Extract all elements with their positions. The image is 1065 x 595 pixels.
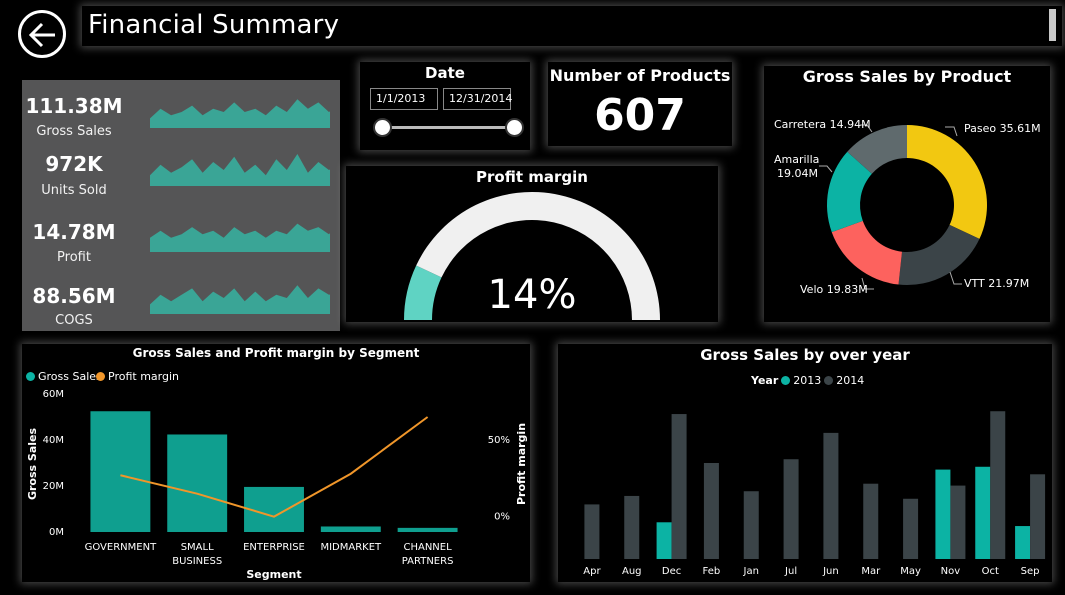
units-sold-label: Units Sold — [41, 183, 107, 198]
donut-slice-paseo[interactable] — [907, 125, 987, 239]
donut-label-velo: Velo 19.83M — [800, 283, 868, 296]
bar-2014[interactable] — [863, 483, 879, 559]
month-tick-label: Nov — [941, 566, 961, 577]
y2-tick-label: 50% — [488, 435, 510, 446]
segment-bar[interactable] — [167, 434, 228, 532]
bar-2014[interactable] — [671, 414, 687, 559]
units-sold-sparkline — [150, 154, 330, 186]
year-svg: Apr Aug Dec Feb Jan Jul Jun Mar May Nov Oct Sep — [583, 411, 1046, 577]
month-tick-label: Dec — [662, 566, 681, 577]
x-tick-label: PARTNERS — [402, 556, 454, 567]
segment-combo-chart: Gross Sales and Profit margin by Segment… — [22, 344, 530, 582]
donut-label-vtt: VTT 21.97M — [964, 277, 1030, 290]
bar-2013[interactable] — [656, 522, 672, 559]
leader-amarilla — [819, 165, 833, 173]
date-slider-track[interactable] — [382, 126, 516, 129]
bar-2014[interactable] — [1030, 474, 1046, 559]
x-tick-label: ENTERPRISE — [243, 542, 305, 553]
profit-value: 14.78M — [32, 220, 116, 244]
gross-sales-sparkline — [150, 99, 330, 128]
start-date-input[interactable]: 1/1/2013 — [370, 88, 438, 110]
gross-sales-by-year-chart: Gross Sales by over year Year 2013 2014 … — [558, 344, 1052, 582]
page-title: Financial Summary — [88, 10, 340, 40]
donut-label-carretera: Carretera 14.94M — [774, 118, 871, 131]
month-tick-label: Sep — [1021, 566, 1040, 577]
profit-margin-gauge: Profit margin 14% — [346, 166, 718, 322]
date-slicer: Date 1/1/2013 12/31/2014 — [360, 62, 530, 150]
x-axis-title: Segment — [246, 568, 301, 581]
arrow-left-icon — [28, 22, 55, 48]
y-tick-label: 60M — [43, 389, 64, 400]
bar-2013[interactable] — [935, 469, 951, 559]
combo-svg: 0M 20M 40M 60M 0% 50% Gross Sales Profit margin… — [26, 389, 528, 581]
month-tick-label: Feb — [703, 566, 721, 577]
bar-2013[interactable] — [1015, 526, 1031, 559]
date-slider-end-handle[interactable] — [505, 118, 524, 137]
month-tick-label: May — [900, 566, 921, 577]
y2-axis-title: Profit margin — [515, 423, 528, 505]
segment-bar[interactable] — [397, 527, 458, 532]
cogs-label: COGS — [55, 313, 93, 328]
month-tick-label: Jul — [784, 566, 797, 577]
y-axis-title: Gross Sales — [26, 428, 39, 501]
bar-2013[interactable] — [975, 466, 991, 559]
bar-2014[interactable] — [624, 495, 640, 559]
gross-sales-by-product-chart: Gross Sales by Product Paseo 35.61M VTT … — [764, 66, 1050, 322]
donut-label-paseo: Paseo 35.61M — [964, 122, 1041, 135]
profit-sparkline — [150, 223, 330, 252]
donut-label-amarilla-value: 19.04M — [777, 167, 818, 180]
gross-sales-label: Gross Sales — [36, 124, 112, 139]
y-tick-label: 40M — [43, 435, 64, 446]
title-bar: Financial Summary — [82, 6, 1062, 46]
sparkline-area — [150, 99, 330, 128]
y-tick-label: 0M — [49, 527, 64, 538]
leader-paseo — [945, 126, 958, 137]
month-tick-label: Aug — [622, 566, 642, 577]
x-tick-label: BUSINESS — [172, 556, 222, 567]
month-tick-label: Jun — [822, 566, 839, 577]
bar-2014[interactable] — [990, 411, 1006, 559]
donut-label-amarilla: Amarilla — [774, 153, 820, 166]
x-tick-label: MIDMARKET — [320, 542, 382, 553]
gross-sales-value: 111.38M — [25, 94, 123, 118]
bar-2014[interactable] — [783, 459, 799, 559]
products-card: Number of Products 607 — [548, 62, 732, 146]
month-tick-label: Oct — [982, 566, 999, 577]
donut-slice-velo[interactable] — [831, 220, 903, 285]
sparkline-area — [150, 285, 330, 314]
x-tick-label: GOVERNMENT — [85, 542, 157, 553]
donut-slice-vtt[interactable] — [898, 224, 980, 285]
x-tick-label: SMALL — [181, 542, 214, 553]
bar-2014[interactable] — [584, 504, 600, 559]
products-value: 607 — [594, 90, 686, 141]
sparkline-area — [150, 223, 330, 252]
scrollbar-thumb[interactable] — [1049, 9, 1056, 41]
units-sold-value: 972K — [45, 152, 103, 176]
date-slider-start-handle[interactable] — [373, 118, 392, 137]
y-tick-label: 20M — [43, 481, 64, 492]
month-tick-label: Jan — [743, 566, 759, 577]
sparkline-area — [150, 154, 330, 186]
leader-vtt — [949, 271, 962, 285]
segment-bar[interactable] — [90, 411, 151, 532]
bar-2014[interactable] — [950, 485, 966, 559]
cogs-value: 88.56M — [32, 284, 116, 308]
products-title: Number of Products — [549, 66, 731, 85]
x-tick-label: CHANNEL — [403, 542, 452, 553]
bar-2014[interactable] — [823, 432, 839, 559]
bar-2014[interactable] — [703, 463, 719, 559]
cogs-sparkline — [150, 285, 330, 314]
profit-label: Profit — [57, 250, 91, 265]
date-title: Date — [425, 64, 465, 82]
month-tick-label: Apr — [583, 566, 601, 577]
y2-tick-label: 0% — [494, 512, 510, 523]
bar-2014[interactable] — [743, 491, 759, 559]
back-button[interactable] — [18, 10, 66, 58]
bar-2014[interactable] — [903, 498, 919, 559]
kpi-card: 111.38M Gross Sales 972K Units Sold 14.7… — [22, 80, 340, 331]
month-tick-label: Mar — [861, 566, 881, 577]
end-date-input[interactable]: 12/31/2014 — [443, 88, 512, 110]
segment-bar[interactable] — [320, 526, 381, 532]
gauge-value: 14% — [487, 272, 577, 318]
